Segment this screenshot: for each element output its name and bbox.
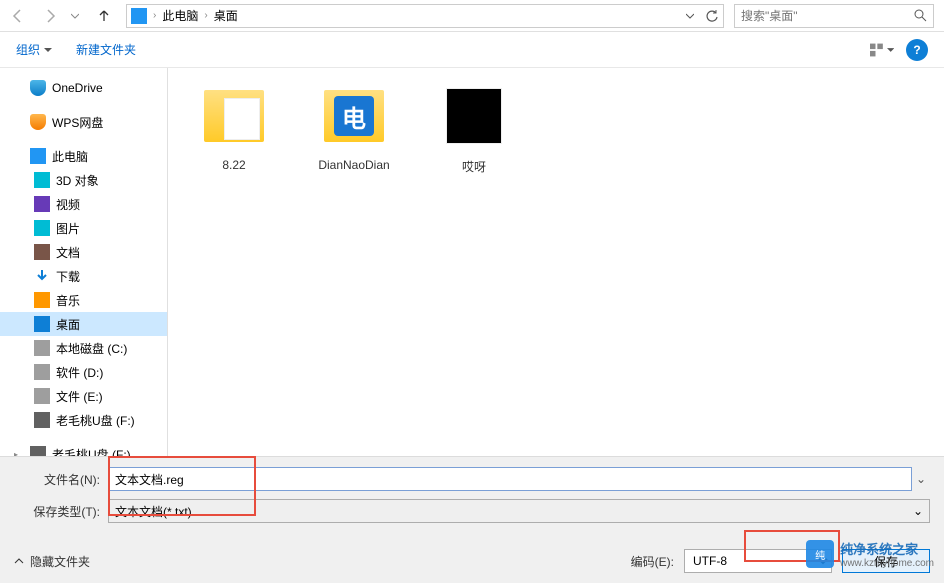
filename-dropdown[interactable]: ⌄ <box>912 472 930 486</box>
file-label: 哎呀 <box>462 158 486 175</box>
cloud-icon <box>30 80 46 96</box>
folder-icon <box>34 172 50 188</box>
recent-dropdown[interactable] <box>68 3 82 29</box>
tree-item[interactable]: 音乐 <box>0 288 167 312</box>
breadcrumb: › 此电脑 › 桌面 <box>151 7 679 24</box>
filename-label: 文件名(N): <box>14 471 108 488</box>
file-item[interactable]: 哎呀 <box>426 80 522 175</box>
expand-icon[interactable]: ▸ <box>14 450 24 457</box>
folder-icon <box>34 196 50 212</box>
pc-icon <box>30 148 46 164</box>
filename-input[interactable] <box>108 467 912 491</box>
file-thumbnail <box>318 80 390 152</box>
tree-item[interactable]: 桌面 <box>0 312 167 336</box>
tree-item[interactable]: 3D 对象 <box>0 168 167 192</box>
file-list[interactable]: 8.22 DianNaoDian 哎呀 <box>168 68 944 456</box>
save-panel: 文件名(N): ⌄ 保存类型(T): 文本文档(*.txt) ⌄ 隐藏文件夹 编… <box>0 456 944 583</box>
tree-onedrive[interactable]: OneDrive <box>0 76 167 100</box>
downloads-icon <box>34 268 50 284</box>
navigation-bar: › 此电脑 › 桌面 <box>0 0 944 32</box>
folder-icon <box>34 220 50 236</box>
file-item[interactable]: 8.22 <box>186 80 282 172</box>
folder-icon <box>34 340 50 356</box>
chevron-right-icon[interactable]: › <box>202 10 209 21</box>
file-thumbnail <box>198 80 270 152</box>
chevron-right-icon[interactable]: › <box>151 10 158 21</box>
refresh-button[interactable] <box>701 5 723 27</box>
folder-icon <box>34 292 50 308</box>
dropdown-icon: ⌄ <box>913 504 923 518</box>
folder-icon <box>34 244 50 260</box>
filetype-label: 保存类型(T): <box>14 503 108 520</box>
folder-icon <box>34 364 50 380</box>
file-label: 8.22 <box>222 158 245 172</box>
search-box <box>734 4 934 28</box>
cloud-icon <box>30 114 46 130</box>
folder-icon <box>34 316 50 332</box>
address-bar[interactable]: › 此电脑 › 桌面 <box>126 4 724 28</box>
chevron-up-icon <box>14 556 24 566</box>
view-options-button[interactable] <box>870 38 894 62</box>
watermark-logo-icon: 纯 <box>806 540 834 568</box>
search-input[interactable] <box>735 9 907 23</box>
tree-item[interactable]: 文档 <box>0 240 167 264</box>
tree-item[interactable]: 软件 (D:) <box>0 360 167 384</box>
folder-icon <box>34 412 50 428</box>
location-icon <box>131 8 147 24</box>
new-folder-button[interactable]: 新建文件夹 <box>76 41 136 58</box>
tree-item[interactable]: 下载 <box>0 264 167 288</box>
watermark: 纯 纯净系统之家 www.kzmyhome.com <box>806 539 934 569</box>
breadcrumb-item[interactable]: 此电脑 <box>158 7 202 24</box>
dropdown-icon <box>44 46 52 54</box>
forward-button <box>36 3 64 29</box>
breadcrumb-item[interactable]: 桌面 <box>210 7 242 24</box>
tree-wps[interactable]: WPS网盘 <box>0 110 167 134</box>
organize-button[interactable]: 组织 <box>16 41 52 58</box>
tree-item[interactable]: 老毛桃U盘 (F:) <box>0 408 167 432</box>
file-thumbnail <box>438 80 510 152</box>
tree-item[interactable]: 图片 <box>0 216 167 240</box>
filetype-select[interactable]: 文本文档(*.txt) ⌄ <box>108 499 930 523</box>
up-button[interactable] <box>92 3 116 29</box>
tree-usb-root[interactable]: ▸ 老毛桃U盘 (F:) <box>0 442 167 456</box>
main-area: OneDrive WPS网盘 此电脑 3D 对象视频图片文档下载音乐桌面本地磁盘… <box>0 68 944 456</box>
folder-icon <box>34 388 50 404</box>
tree-item[interactable]: 本地磁盘 (C:) <box>0 336 167 360</box>
tree-item[interactable]: 文件 (E:) <box>0 384 167 408</box>
help-button[interactable]: ? <box>906 39 928 61</box>
folder-tree: OneDrive WPS网盘 此电脑 3D 对象视频图片文档下载音乐桌面本地磁盘… <box>0 68 168 456</box>
tree-this-pc[interactable]: 此电脑 <box>0 144 167 168</box>
breadcrumb-dropdown[interactable] <box>679 5 701 27</box>
back-button[interactable] <box>4 3 32 29</box>
file-item[interactable]: DianNaoDian <box>306 80 402 172</box>
toolbar: 组织 新建文件夹 ? <box>0 32 944 68</box>
hide-folders-button[interactable]: 隐藏文件夹 <box>14 553 90 570</box>
encoding-label: 编码(E): <box>631 553 674 570</box>
file-label: DianNaoDian <box>318 158 389 172</box>
tree-item[interactable]: 视频 <box>0 192 167 216</box>
search-icon[interactable] <box>907 5 933 27</box>
usb-icon <box>30 446 46 456</box>
